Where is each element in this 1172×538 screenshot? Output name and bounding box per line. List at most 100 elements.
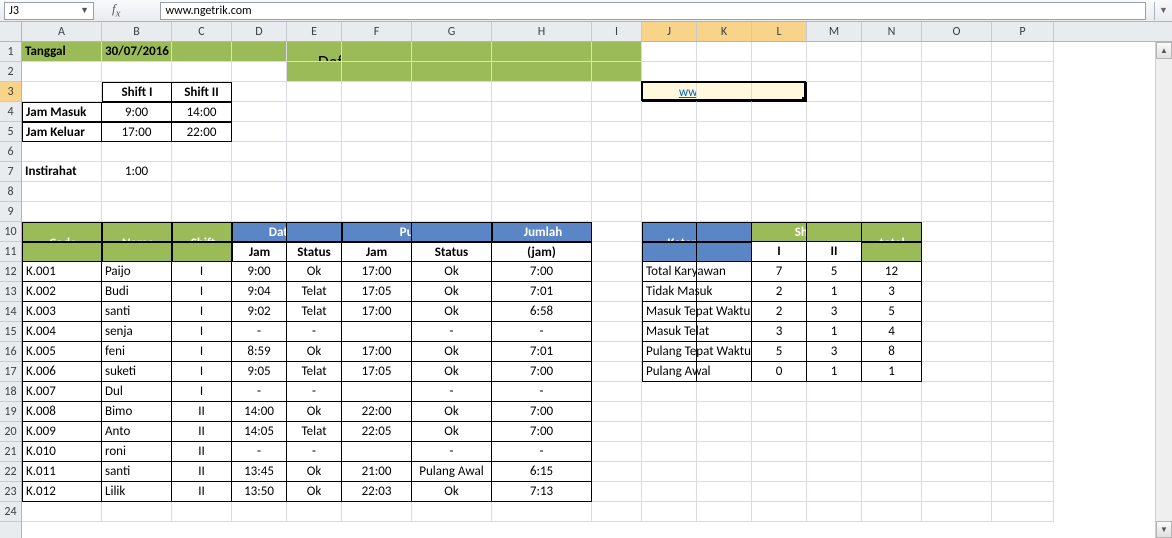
col-subheader-status-4[interactable]: Status — [287, 242, 342, 262]
table-cell[interactable]: - — [412, 382, 492, 402]
summary-value[interactable]: 5 — [807, 262, 862, 282]
table-cell[interactable]: K.005 — [22, 342, 102, 362]
table-cell[interactable]: 13:50 — [232, 482, 287, 502]
summary-value[interactable]: 1 — [807, 282, 862, 302]
table-cell[interactable]: II — [172, 482, 232, 502]
col-header-P[interactable]: P — [992, 22, 1054, 41]
row-header-12[interactable]: 12 — [0, 262, 21, 282]
table-cell[interactable]: 17:00 — [342, 262, 412, 282]
table-cell[interactable]: II — [172, 462, 232, 482]
table-cell[interactable]: 9:04 — [232, 282, 287, 302]
col-header-M[interactable]: M — [807, 22, 862, 41]
col-header-L[interactable]: L — [752, 22, 807, 41]
table-cell[interactable]: K.004 — [22, 322, 102, 342]
table-cell[interactable]: K.010 — [22, 442, 102, 462]
table-cell[interactable]: 13:45 — [232, 462, 287, 482]
table-cell[interactable]: 17:00 — [342, 342, 412, 362]
table-cell[interactable]: 6:15 — [492, 462, 592, 482]
row-header-23[interactable]: 23 — [0, 482, 21, 502]
tanggal-value[interactable]: 30/07/2016 — [102, 42, 172, 62]
table-cell[interactable]: - — [412, 442, 492, 462]
table-cell[interactable]: II — [172, 422, 232, 442]
col-header-G[interactable]: G — [412, 22, 492, 41]
row-header-15[interactable]: 15 — [0, 322, 21, 342]
col-header-F[interactable]: F — [342, 22, 412, 41]
summary-value[interactable]: 1 — [807, 322, 862, 342]
row-header-6[interactable]: 6 — [0, 142, 21, 162]
summary-value[interactable]: 2 — [752, 302, 807, 322]
col-subheader-status-6[interactable]: Status — [412, 242, 492, 262]
table-cell[interactable]: K.009 — [22, 422, 102, 442]
summary-label[interactable]: Tidak Masuk — [642, 282, 697, 302]
table-cell[interactable]: K.011 — [22, 462, 102, 482]
summary-total[interactable]: 12 — [862, 262, 922, 282]
table-cell[interactable]: Ok — [412, 422, 492, 442]
table-cell[interactable]: feni — [102, 342, 172, 362]
table-cell[interactable]: suketi — [102, 362, 172, 382]
table-cell[interactable]: senja — [102, 322, 172, 342]
table-cell[interactable]: - — [412, 322, 492, 342]
row-header-10[interactable]: 10 — [0, 222, 21, 242]
row-header-2[interactable]: 2 — [0, 62, 21, 82]
table-cell[interactable]: 7:01 — [492, 282, 592, 302]
col-subheader-jam-5[interactable]: Jam — [342, 242, 412, 262]
website-link[interactable]: www.ngetrik.com — [643, 83, 697, 102]
row-header-18[interactable]: 18 — [0, 382, 21, 402]
table-cell[interactable]: K.002 — [22, 282, 102, 302]
table-cell[interactable]: 22:05 — [342, 422, 412, 442]
table-cell[interactable]: I — [172, 282, 232, 302]
table-cell[interactable]: 7:13 — [492, 482, 592, 502]
row-header-19[interactable]: 19 — [0, 402, 21, 422]
summary-total[interactable]: 4 — [862, 322, 922, 342]
table-cell[interactable]: Telat — [287, 422, 342, 442]
table-cell[interactable]: - — [232, 382, 287, 402]
table-cell[interactable]: 7:00 — [492, 402, 592, 422]
table-cell[interactable]: - — [287, 442, 342, 462]
col-header-C[interactable]: C — [172, 22, 232, 41]
table-cell[interactable]: K.008 — [22, 402, 102, 422]
table-cell[interactable]: 21:00 — [342, 462, 412, 482]
summary-label[interactable]: Masuk Telat — [642, 322, 697, 342]
table-cell[interactable]: K.003 — [22, 302, 102, 322]
col-header-I[interactable]: I — [592, 22, 642, 41]
table-cell[interactable]: Lilik — [102, 482, 172, 502]
summary-value[interactable]: 3 — [752, 322, 807, 342]
summary-label[interactable]: Pulang Tepat Waktu — [642, 342, 697, 362]
table-cell[interactable]: Dul — [102, 382, 172, 402]
col-header-O[interactable]: O — [922, 22, 992, 41]
table-cell[interactable]: 17:00 — [342, 302, 412, 322]
row-header-3[interactable]: 3 — [0, 82, 21, 102]
row-header-14[interactable]: 14 — [0, 302, 21, 322]
table-cell[interactable]: 7:00 — [492, 362, 592, 382]
table-cell[interactable]: 17:05 — [342, 362, 412, 382]
col-header-H[interactable]: H — [492, 22, 592, 41]
name-box-dropdown-icon[interactable]: ▼ — [80, 5, 89, 16]
summary-value[interactable]: 1 — [807, 362, 862, 382]
table-cell[interactable]: Bimo — [102, 402, 172, 422]
table-cell[interactable]: K.007 — [22, 382, 102, 402]
row-header-17[interactable]: 17 — [0, 362, 21, 382]
table-cell[interactable]: 22:00 — [342, 402, 412, 422]
row-header-24[interactable]: 24 — [0, 502, 21, 522]
table-cell[interactable]: 9:00 — [232, 262, 287, 282]
summary-value[interactable]: 2 — [752, 282, 807, 302]
fx-icon[interactable]: fx — [112, 1, 120, 20]
table-cell[interactable]: santi — [102, 302, 172, 322]
col-header-D[interactable]: D — [232, 22, 287, 41]
table-cell[interactable]: Ok — [412, 262, 492, 282]
table-cell[interactable]: - — [287, 382, 342, 402]
table-cell[interactable]: II — [172, 442, 232, 462]
table-cell[interactable] — [342, 382, 412, 402]
summary-label[interactable]: Total Karyawan — [642, 262, 697, 282]
col-header-E[interactable]: E — [287, 22, 342, 41]
summary-total[interactable]: 3 — [862, 282, 922, 302]
row-header-9[interactable]: 9 — [0, 202, 21, 222]
col-header-A[interactable]: A — [22, 22, 102, 41]
cell-grid[interactable]: Tanggal30/07/2016Daftar absensi Karyawaa… — [22, 42, 1172, 538]
table-cell[interactable]: Ok — [287, 482, 342, 502]
summary-label[interactable]: Masuk Tepat Waktu — [642, 302, 697, 322]
row-header-11[interactable]: 11 — [0, 242, 21, 262]
name-box[interactable]: J3 ▼ — [4, 2, 94, 20]
summary-total[interactable]: 5 — [862, 302, 922, 322]
table-cell[interactable]: Ok — [287, 342, 342, 362]
